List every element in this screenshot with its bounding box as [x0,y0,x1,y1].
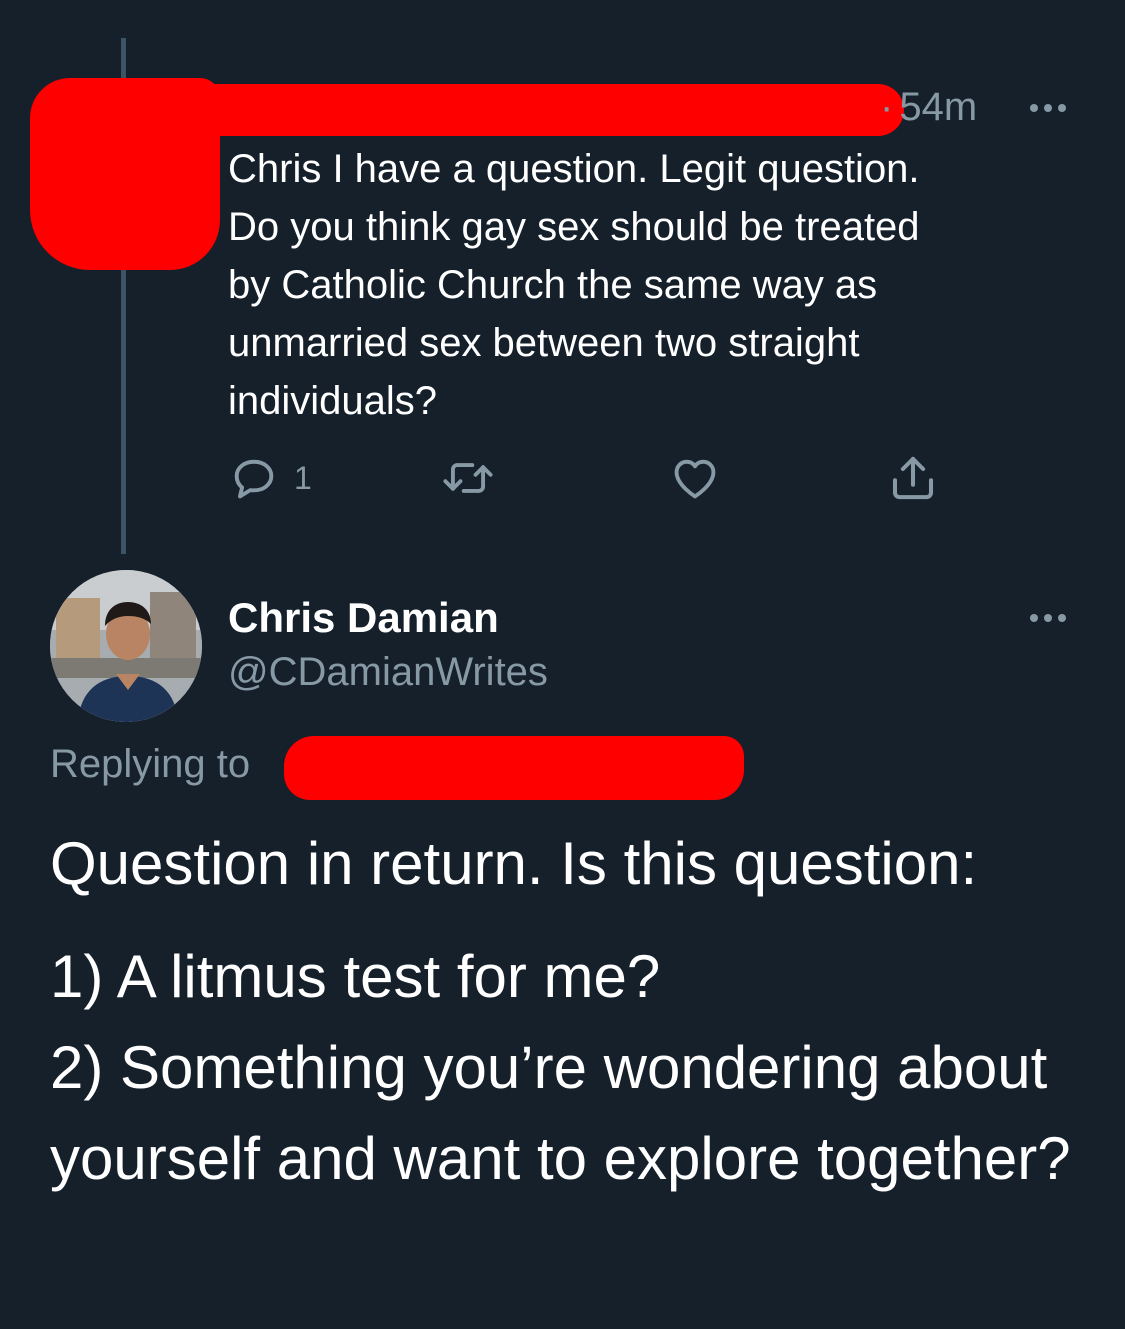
reply-option-2: 2) Something you’re wondering about your… [50,1034,1071,1192]
reply-option-1: 1) A litmus test for me? [50,943,661,1010]
replying-to-label: Replying to [50,742,251,786]
author-name[interactable]: Chris Damian [228,594,499,642]
author-avatar[interactable] [50,570,202,722]
reply-button[interactable]: 1 [228,452,312,504]
author-handle[interactable]: @CDamianWrites [228,650,548,695]
parent-tweet-text: Chris I have a question. Legit question.… [228,147,920,423]
reply-icon [234,459,274,499]
reply-tweet-text: Question in return. Is this question: 1)… [50,818,1090,1204]
parent-tweet-actions: 1 [228,452,988,504]
retweet-button[interactable] [440,452,496,504]
parent-tweet-time: 54m [899,84,978,129]
parent-tweet-timestamp[interactable]: · 54m [880,82,977,132]
time-separator: · [880,84,894,129]
share-button[interactable] [886,452,940,504]
reply-question-line: Question in return. Is this question: [50,830,978,897]
reply-count: 1 [294,459,312,496]
more-icon[interactable] [1030,104,1066,112]
share-icon [892,456,934,500]
more-icon[interactable] [1030,614,1066,622]
heart-icon [674,459,716,499]
like-button[interactable] [668,452,722,504]
retweet-icon [443,463,493,493]
